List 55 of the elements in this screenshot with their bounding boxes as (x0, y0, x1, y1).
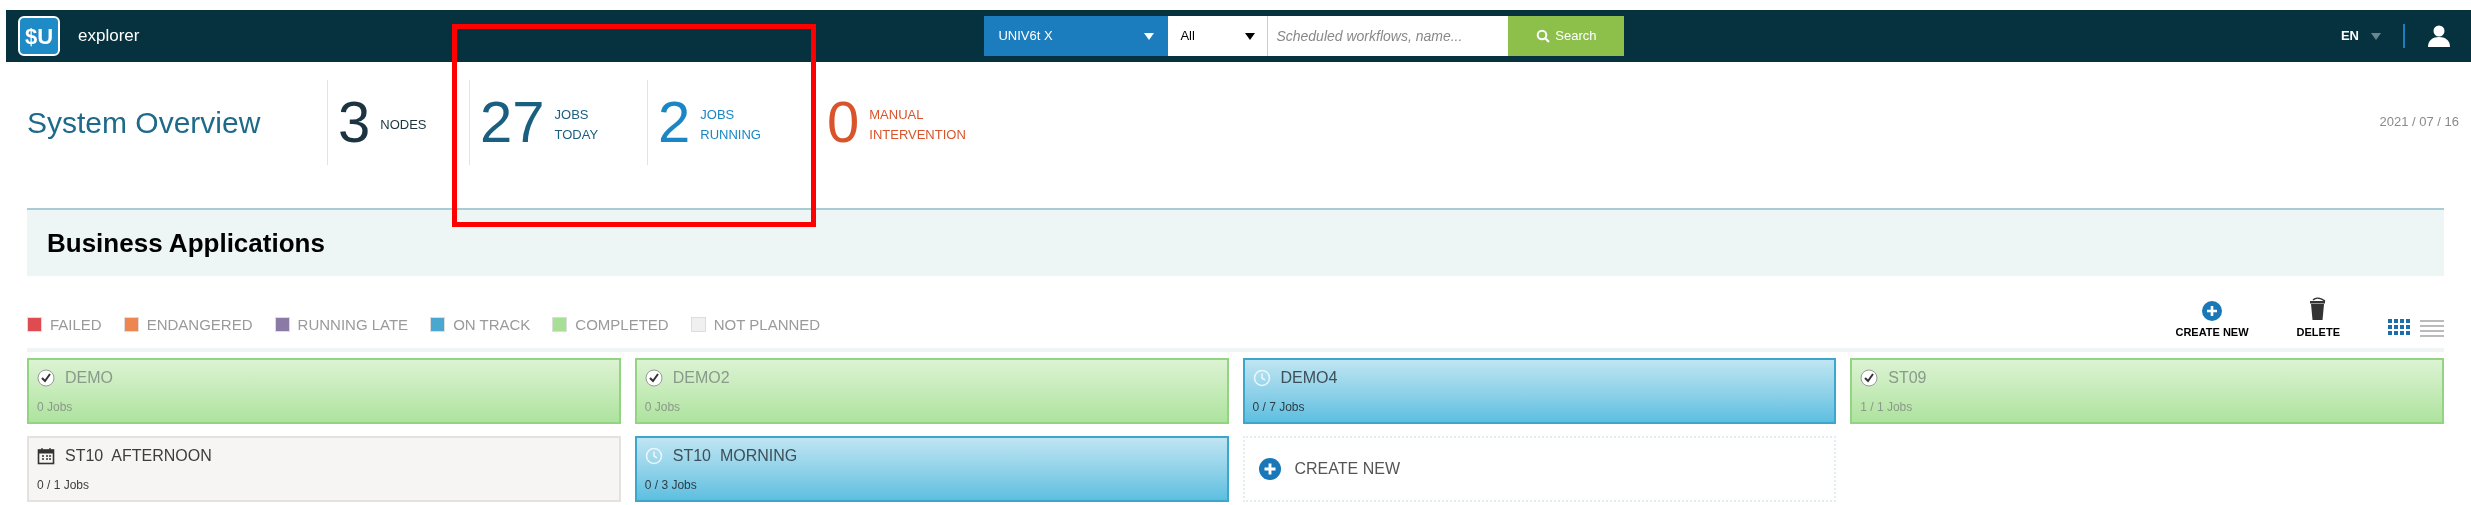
section-title: Business Applications (47, 226, 325, 260)
plus-icon (2202, 300, 2222, 321)
legend-label: FAILED (50, 314, 102, 335)
application-name: DEMO (65, 368, 113, 388)
stat-value: 0 (827, 93, 860, 151)
job-count: 0 / 1 Jobs (37, 477, 91, 494)
clock-icon (644, 447, 663, 465)
page-title: System Overview (27, 104, 262, 141)
job-count: 1 / 1 Jobs (1860, 399, 1914, 416)
search-icon (1536, 29, 1551, 43)
caret-icon (1144, 32, 1155, 40)
plus-icon (1258, 458, 1281, 480)
job-count: 0 / 7 Jobs (1252, 399, 1306, 416)
application-name: DEMO2 (672, 368, 730, 388)
delete-button[interactable]: DELETE (2296, 296, 2340, 340)
application-name: ST09 (1888, 368, 1927, 388)
check-icon (37, 369, 55, 387)
job-count: 0 Jobs (37, 399, 74, 416)
environment-dropdown[interactable]: UNIV6t X (984, 16, 1169, 56)
search-field[interactable]: Scheduled workflows, name... (1268, 16, 1509, 56)
application-card[interactable]: ST10 AFTERNOON 0 / 1 Jobs (27, 436, 621, 502)
legend-label: COMPLETED (575, 314, 669, 335)
app-name: explorer (78, 25, 140, 48)
application-name: ST10 AFTERNOON (65, 446, 212, 466)
check-icon (1860, 369, 1879, 387)
date-label: 2021 / 07 / 16 (2379, 113, 2459, 132)
application-name: DEMO4 (1280, 368, 1338, 388)
application-card[interactable]: ST10 MORNING 0 / 3 Jobs (634, 436, 1229, 502)
check-icon (644, 369, 663, 387)
stat-label: JOBS RUNNING (700, 106, 761, 144)
clock-icon (1252, 369, 1271, 387)
caret-icon (1245, 32, 1256, 40)
legend-label: NOT PLANNED (713, 314, 821, 335)
legend-label: RUNNING LATE (297, 314, 409, 335)
create-new-button[interactable]: CREATE NEW (2175, 300, 2249, 340)
job-count: 0 Jobs (644, 399, 682, 416)
legend-label: ENDANGERED (146, 314, 253, 335)
stat-label: JOBS TODAY (554, 106, 599, 144)
grid-view-button[interactable] (2388, 318, 2412, 338)
stat-value: 2 (658, 93, 691, 151)
stat-label: NODES (380, 116, 427, 134)
logo[interactable]: $U (18, 16, 60, 56)
calendar-icon (37, 447, 55, 465)
stat-label: MANUAL INTERVENTION (869, 106, 966, 144)
stat-value: 3 (338, 93, 371, 151)
legend-label: ON TRACK (453, 314, 531, 335)
filter-dropdown[interactable]: All (1168, 16, 1269, 56)
language-dropdown[interactable]: EN (2340, 26, 2381, 46)
job-count: 0 / 3 Jobs (644, 477, 698, 494)
stat-value: 27 (480, 93, 545, 151)
caret-icon (2371, 32, 2381, 40)
application-name: ST10 MORNING (672, 446, 798, 466)
application-card[interactable]: DEMO4 0 / 7 Jobs (1242, 358, 1837, 424)
create-new-tile[interactable]: CREATE NEW (1242, 436, 1837, 502)
user-icon[interactable] (2427, 24, 2451, 48)
